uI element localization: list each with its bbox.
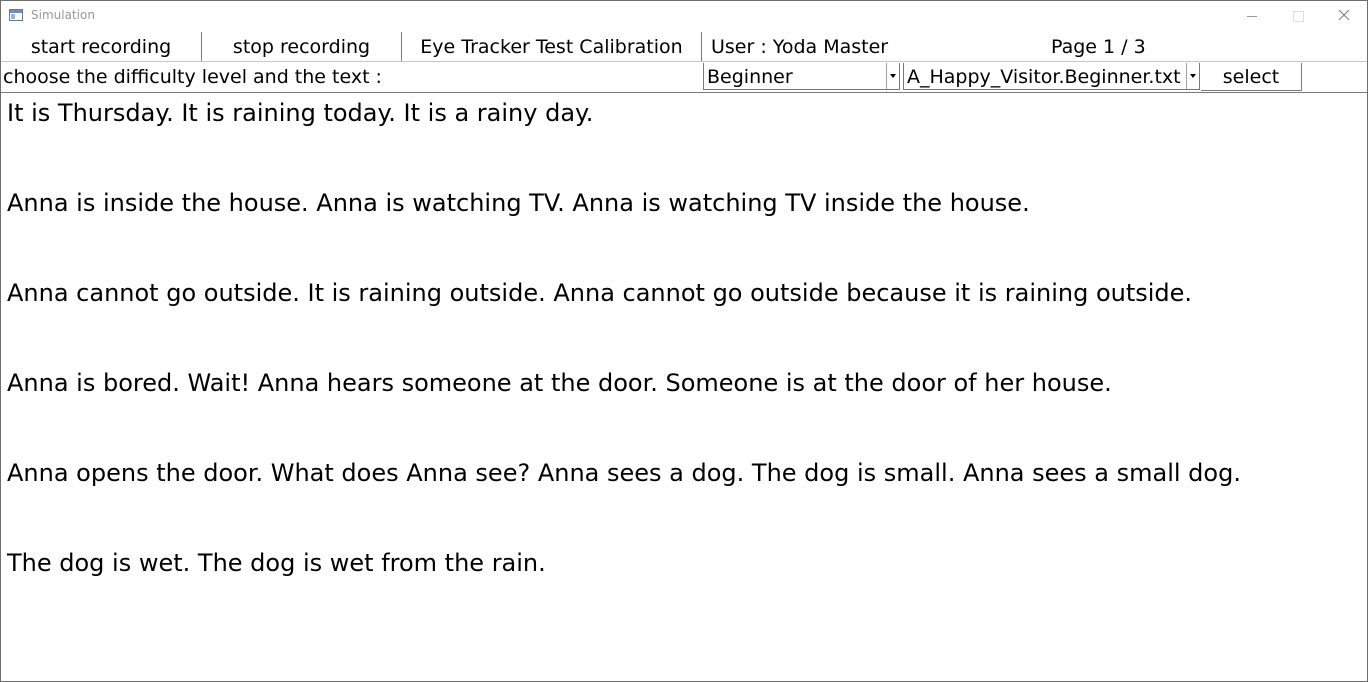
difficulty-value: Beginner xyxy=(707,66,793,88)
text-file-dropdown[interactable]: A_Happy_Visitor.Beginner.txt xyxy=(903,63,1200,90)
maximize-button[interactable] xyxy=(1275,1,1321,31)
start-recording-button[interactable]: start recording xyxy=(1,32,202,61)
minimize-button[interactable] xyxy=(1229,1,1275,31)
text-paragraph: Anna is bored. Wait! Anna hears someone … xyxy=(7,369,1112,397)
dropdown-arrow-icon[interactable] xyxy=(886,63,899,89)
text-paragraph: Anna opens the door. What does Anna see?… xyxy=(7,459,1241,487)
stop-recording-button[interactable]: stop recording xyxy=(202,32,402,61)
eye-tracker-calibration-button[interactable]: Eye Tracker Test Calibration xyxy=(402,32,702,61)
page-indicator: Page 1 / 3 xyxy=(1051,36,1146,58)
user-label: User : Yoda Master xyxy=(711,36,889,58)
maximize-icon xyxy=(1293,11,1304,22)
text-paragraph: It is Thursday. It is raining today. It … xyxy=(7,99,594,127)
choose-prompt-label: choose the difficulty level and the text… xyxy=(3,66,382,88)
close-icon xyxy=(1338,9,1350,21)
minimize-icon xyxy=(1247,16,1257,17)
reading-text-area: It is Thursday. It is raining today. It … xyxy=(1,92,1367,681)
difficulty-dropdown[interactable]: Beginner xyxy=(703,63,900,90)
simulation-window: Simulation start recording stop recordin… xyxy=(0,0,1368,682)
select-button[interactable]: select xyxy=(1201,63,1302,91)
dropdown-arrow-icon[interactable] xyxy=(1186,63,1199,89)
close-button[interactable] xyxy=(1321,1,1367,31)
window-title: Simulation xyxy=(31,8,95,22)
text-paragraph: The dog is wet. The dog is wet from the … xyxy=(7,549,546,577)
text-paragraph: Anna cannot go outside. It is raining ou… xyxy=(7,279,1193,307)
text-paragraph: Anna is inside the house. Anna is watchi… xyxy=(7,189,1030,217)
text-file-value: A_Happy_Visitor.Beginner.txt xyxy=(907,66,1181,88)
window-icon xyxy=(9,9,23,21)
title-bar[interactable]: Simulation xyxy=(1,1,1367,31)
